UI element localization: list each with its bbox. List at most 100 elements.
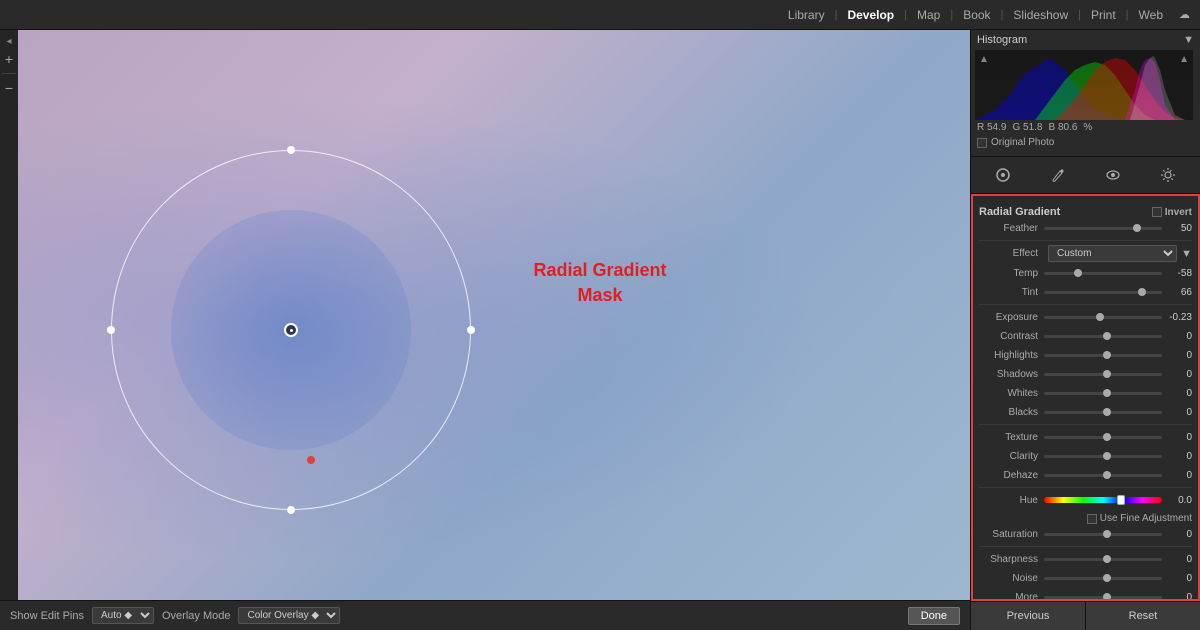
exposure-thumb[interactable] [1096,313,1104,321]
tint-label: Tint [979,287,1044,298]
previous-button[interactable]: Previous [971,602,1086,630]
noise-thumb[interactable] [1103,574,1111,582]
radial-ctrl-left[interactable] [107,326,115,334]
feather-label: Feather [979,223,1044,234]
noise-label: Noise [979,573,1044,584]
show-edit-pins-select[interactable]: Auto ◆ [92,607,154,624]
radial-ctrl-rotate[interactable] [307,456,315,464]
clarity-thumb[interactable] [1103,452,1111,460]
exposure-slider[interactable] [1044,316,1162,319]
divider-4 [979,487,1192,488]
tint-thumb[interactable] [1138,288,1146,296]
reset-button[interactable]: Reset [1086,602,1200,630]
dehaze-slider[interactable] [1044,474,1162,477]
invert-label: Invert [1165,207,1192,218]
histogram-svg [975,50,1193,120]
whites-label: Whites [979,388,1044,399]
exposure-value: -0.23 [1162,312,1192,323]
noise-slider[interactable] [1044,577,1162,580]
sharpness-thumb[interactable] [1103,555,1111,563]
saturation-slider[interactable] [1044,533,1162,536]
highlights-thumb[interactable] [1103,351,1111,359]
invert-checkbox[interactable] [1152,207,1162,217]
overlay-mode-select[interactable]: Color Overlay ◆ [238,607,340,624]
bottom-right-controls: Done [908,607,960,625]
texture-slider[interactable] [1044,436,1162,439]
main-layout: Radial Gradient Mask ◂ + − Show Edit Pin… [0,30,1200,630]
blacks-thumb[interactable] [1103,408,1111,416]
radial-ctrl-right[interactable] [467,326,475,334]
highlights-label: Highlights [979,350,1044,361]
nav-web[interactable]: Web [1139,8,1163,22]
more-thumb[interactable] [1103,593,1111,601]
shadows-slider[interactable] [1044,373,1162,376]
nav-library[interactable]: Library [788,8,825,22]
use-fine-checkbox[interactable] [1087,514,1097,524]
blacks-slider[interactable] [1044,411,1162,414]
radial-ctrl-bottom[interactable] [287,506,295,514]
clarity-slider[interactable] [1044,455,1162,458]
hue-slider[interactable] [1044,497,1162,503]
noise-value: 0 [1162,573,1192,584]
bottom-toolbar: Show Edit Pins Auto ◆ Overlay Mode Color… [0,600,970,630]
feather-slider[interactable] [1044,227,1162,230]
gradient-mask-label: Radial Gradient Mask [534,258,667,308]
overexpose-warning[interactable]: ▲ [1179,54,1189,65]
saturation-thumb[interactable] [1103,530,1111,538]
contrast-thumb[interactable] [1103,332,1111,340]
whites-slider[interactable] [1044,392,1162,395]
brush-tool-icon[interactable] [1046,163,1070,187]
settings-tool-icon[interactable] [1156,163,1180,187]
nav-slideshow[interactable]: Slideshow [1013,8,1068,22]
mask-tool-icon[interactable] [991,163,1015,187]
texture-thumb[interactable] [1103,433,1111,441]
noise-row: Noise 0 [979,570,1192,586]
plus-icon[interactable]: + [5,51,13,67]
whites-thumb[interactable] [1103,389,1111,397]
exposure-row: Exposure -0.23 [979,309,1192,325]
effect-label: Effect [979,248,1044,259]
radial-ctrl-top[interactable] [287,146,295,154]
nav-map[interactable]: Map [917,8,940,22]
dehaze-thumb[interactable] [1103,471,1111,479]
nav-develop[interactable]: Develop [847,8,894,22]
temp-slider[interactable] [1044,272,1162,275]
temp-label: Temp [979,268,1044,279]
highlights-row: Highlights 0 [979,347,1192,363]
bottom-left-controls: Show Edit Pins Auto ◆ Overlay Mode Color… [10,607,340,624]
sharpness-label: Sharpness [979,554,1044,565]
contrast-slider[interactable] [1044,335,1162,338]
effect-select[interactable]: Custom [1048,245,1177,262]
feather-thumb[interactable] [1133,224,1141,232]
eye-tool-icon[interactable] [1101,163,1125,187]
underexpose-warning[interactable]: ▲ [979,54,989,65]
shadows-thumb[interactable] [1103,370,1111,378]
right-panel: Histogram ▼ [970,30,1200,630]
shadows-row: Shadows 0 [979,366,1192,382]
sharpness-slider[interactable] [1044,558,1162,561]
minus-icon[interactable]: − [5,80,13,96]
blacks-row: Blacks 0 [979,404,1192,420]
more-slider[interactable] [1044,596,1162,599]
nav-book[interactable]: Book [963,8,990,22]
divider-2 [979,304,1192,305]
nav-print[interactable]: Print [1091,8,1116,22]
checkbox-orig[interactable] [977,138,987,148]
temp-thumb[interactable] [1074,269,1082,277]
clarity-value: 0 [1162,451,1192,462]
texture-row: Texture 0 [979,429,1192,445]
sharpness-row: Sharpness 0 [979,551,1192,567]
tint-slider[interactable] [1044,291,1162,294]
histogram-menu-icon[interactable]: ▼ [1183,34,1194,46]
done-button[interactable]: Done [908,607,960,625]
cloud-icon[interactable]: ☁ [1179,8,1190,21]
canvas-area: Radial Gradient Mask ◂ + − Show Edit Pin… [0,30,970,630]
shadows-value: 0 [1162,369,1192,380]
radial-center-point[interactable] [284,323,298,337]
effect-arrow[interactable]: ▼ [1181,248,1192,260]
hue-label: Hue [979,495,1044,506]
overlay-mode-label: Overlay Mode [162,610,230,622]
expand-left-icon[interactable]: ◂ [6,36,11,47]
highlights-slider[interactable] [1044,354,1162,357]
hue-thumb[interactable] [1117,495,1125,505]
